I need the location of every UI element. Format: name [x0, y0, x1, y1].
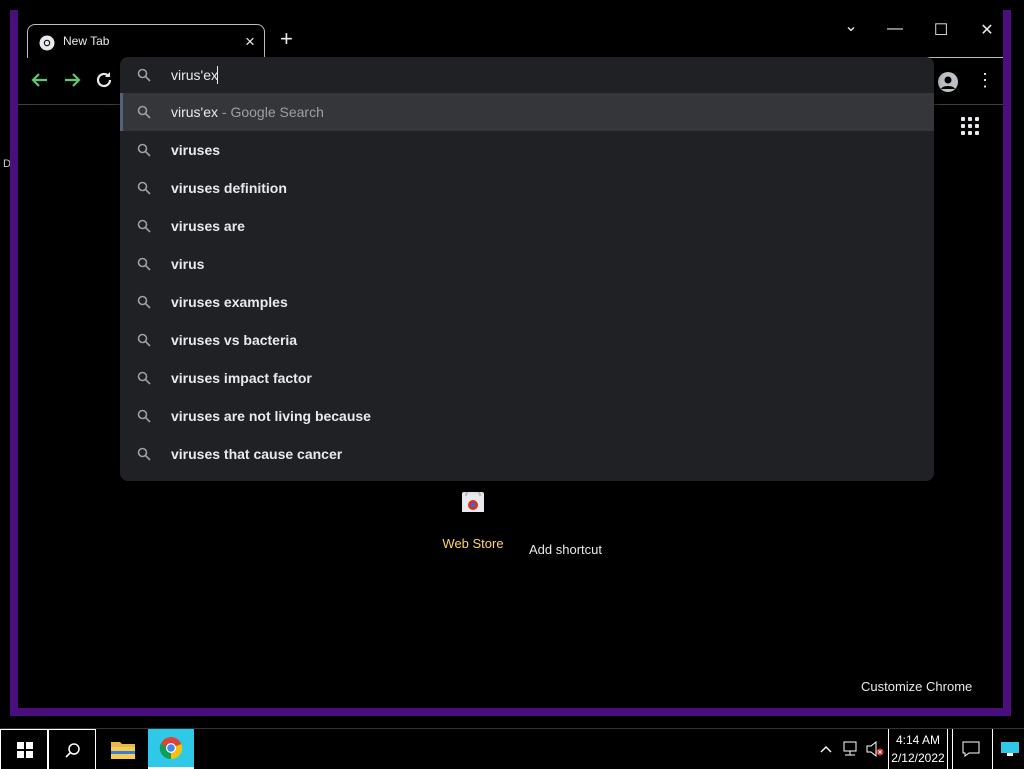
tab-new-tab[interactable]: New Tab ×	[27, 24, 265, 58]
search-icon	[137, 68, 151, 82]
suggestion-text: viruses impact factor	[171, 370, 312, 386]
suggestion-text: viruses are	[171, 218, 245, 234]
minimize-button[interactable]: —	[880, 20, 910, 38]
shortcut-web-store[interactable]: Web Store	[438, 488, 508, 551]
text-caret	[217, 66, 218, 84]
chrome-menu-icon[interactable]: ⋮	[976, 68, 994, 92]
suggestion-item[interactable]: viruses vs bacteria	[120, 321, 934, 359]
tab-search-chevron-icon[interactable]: ⌄	[836, 16, 866, 36]
customize-chrome-button[interactable]: Customize Chrome	[861, 679, 972, 694]
suggestion-list: virus'ex - Google Search viruses viruses d…	[120, 93, 934, 473]
profile-avatar-icon[interactable]	[938, 72, 958, 92]
search-icon	[137, 219, 151, 233]
reload-icon[interactable]	[92, 68, 116, 92]
suggestion-text: viruses that cause cancer	[171, 446, 343, 462]
taskbar-search-button[interactable]	[48, 729, 96, 769]
suggestion-text: viruses definition	[171, 180, 287, 196]
tab-close-icon[interactable]: ×	[245, 32, 255, 52]
suggestion-text: viruses	[171, 142, 221, 158]
add-shortcut-button[interactable]: Add shortcut	[529, 542, 602, 557]
suggestion-text: viruses examples	[171, 294, 288, 310]
close-window-button[interactable]: ✕	[972, 20, 1002, 40]
suggestion-text: viruses vs bacteria	[171, 332, 298, 348]
search-icon	[137, 105, 151, 119]
notification-icon	[962, 741, 980, 757]
search-icon	[137, 257, 151, 271]
omnibox-input[interactable]	[171, 65, 871, 85]
search-icon	[137, 181, 151, 195]
suggestion-item[interactable]: virus	[120, 245, 934, 283]
file-explorer-taskbar-button[interactable]	[100, 729, 144, 769]
title-bar: New Tab × + ⌄ — ☐ ✕	[18, 10, 1003, 58]
search-icon	[65, 743, 80, 758]
windows-logo-icon	[17, 742, 33, 758]
search-icon	[137, 295, 151, 309]
volume-muted-icon[interactable]	[864, 729, 886, 769]
clock-time: 4:14 AM	[895, 733, 941, 747]
forward-arrow-icon[interactable]	[60, 68, 84, 92]
suggestion-item[interactable]: viruses that cause cancer	[120, 435, 934, 473]
search-icon	[137, 447, 151, 461]
search-icon	[137, 143, 151, 157]
chrome-favicon-icon	[39, 35, 55, 51]
clock-date: 2/12/2022	[891, 751, 945, 765]
back-arrow-icon[interactable]	[28, 68, 52, 92]
taskbar: 4:14 AM 2/12/2022	[0, 728, 1024, 769]
suggestion-text: viruses are not living because	[171, 408, 371, 424]
suggestion-item[interactable]: viruses definition	[120, 169, 934, 207]
tab-title: New Tab	[63, 34, 110, 48]
search-icon	[137, 371, 151, 385]
search-icon	[137, 409, 151, 423]
suggestion-item[interactable]: viruses	[120, 131, 934, 169]
monitor-icon	[1001, 742, 1019, 756]
search-icon	[137, 333, 151, 347]
show-desktop-button[interactable]	[992, 729, 1024, 769]
web-store-icon	[462, 488, 484, 512]
suggestion-text: virus'ex - Google Search	[171, 104, 324, 120]
suggestion-text: virus	[171, 256, 205, 272]
omnibox-input-row[interactable]	[120, 57, 934, 93]
suggestion-item[interactable]: viruses examples	[120, 283, 934, 321]
web-store-label: Web Store	[442, 536, 504, 551]
show-hidden-icons-chevron-icon[interactable]	[815, 729, 837, 769]
chrome-taskbar-button[interactable]	[148, 729, 194, 769]
chrome-icon	[159, 737, 183, 760]
suggestion-item[interactable]: viruses are not living because	[120, 397, 934, 435]
folder-icon	[111, 742, 135, 759]
action-center-button[interactable]	[952, 729, 988, 769]
suggestion-item[interactable]: virus'ex - Google Search	[120, 93, 934, 131]
new-tab-button[interactable]: +	[280, 28, 293, 50]
suggestion-item[interactable]: viruses are	[120, 207, 934, 245]
omnibox-dropdown: virus'ex - Google Search viruses viruses d…	[120, 57, 934, 481]
network-icon[interactable]	[840, 729, 862, 769]
maximize-button[interactable]: ☐	[926, 20, 956, 40]
start-button[interactable]	[0, 729, 48, 769]
taskbar-clock[interactable]: 4:14 AM 2/12/2022	[888, 729, 948, 769]
google-apps-icon[interactable]	[961, 117, 979, 135]
suggestion-item[interactable]: viruses impact factor	[120, 359, 934, 397]
